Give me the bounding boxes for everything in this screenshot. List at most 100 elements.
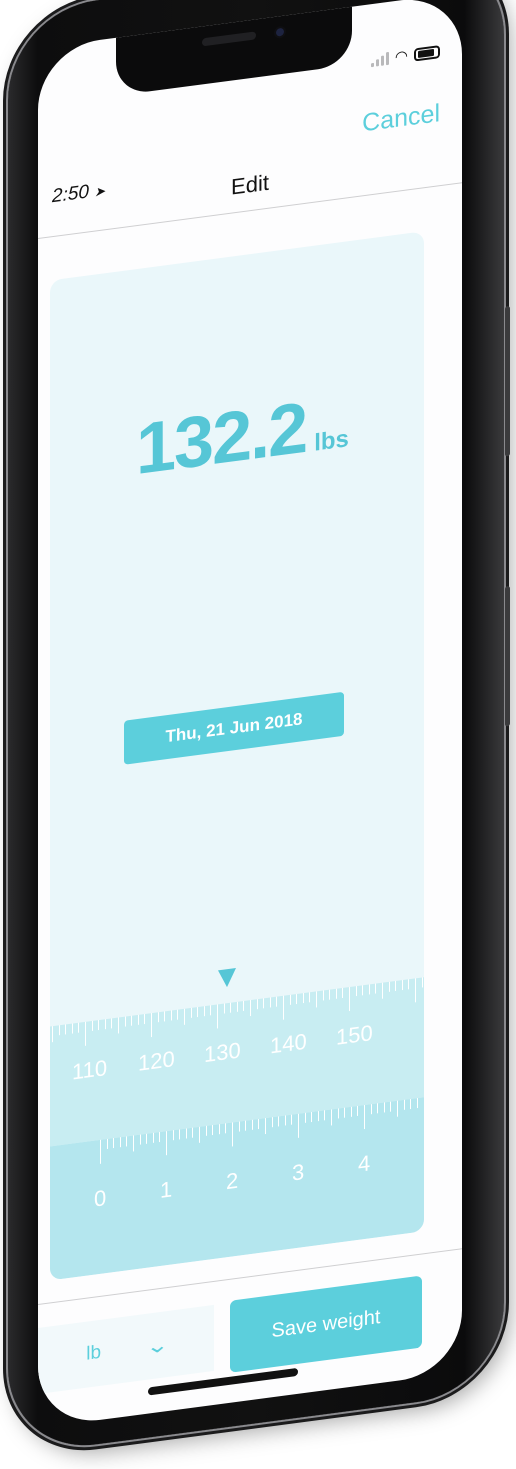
ruler-tick (283, 995, 284, 1020)
ruler-tick (119, 1137, 121, 1148)
ruler-tick (91, 1020, 93, 1031)
ruler-tick (276, 996, 278, 1007)
ruler-tick (146, 1133, 148, 1144)
ruler-tick (124, 1016, 126, 1027)
ruler-tick (298, 1113, 299, 1138)
ruler-tick (350, 1106, 352, 1117)
ruler-tick (197, 1006, 199, 1018)
ruler-tick (225, 1123, 227, 1134)
ruler-tick (383, 1102, 385, 1113)
ruler-tick (177, 1009, 179, 1020)
ruler-label: 140 (270, 1028, 307, 1059)
ruler-tick (397, 1100, 398, 1117)
ruler-label: 1 (160, 1176, 173, 1203)
screen: 2:50 ➤ ◠ Cancel Edit 132.2 lbs Thu, 21 J… (38, 0, 462, 1429)
ruler-label: 2 (226, 1167, 239, 1195)
ruler-tick (236, 1001, 238, 1012)
ruler-tick (269, 997, 271, 1008)
ruler-tick (185, 1128, 187, 1139)
side-button (505, 305, 510, 457)
ruler-tick (296, 993, 298, 1005)
status-icons: ◠ (370, 45, 440, 68)
ruler-tick (382, 982, 383, 999)
ruler-tick (210, 1005, 212, 1016)
ruler-tick (144, 1013, 146, 1025)
ruler-tick (263, 998, 265, 1009)
ruler-tick (415, 978, 416, 1003)
side-button-lower (505, 585, 510, 727)
weight-value: 132.2 (136, 387, 307, 491)
ruler-tick (238, 1121, 240, 1132)
ruler-tick (342, 987, 344, 998)
ruler-tick (271, 1117, 273, 1128)
ruler-tick (172, 1130, 174, 1141)
ruler-tick (126, 1136, 128, 1147)
ruler-tick (251, 1119, 253, 1130)
signal-icon (370, 51, 389, 68)
ruler-tick (344, 1107, 346, 1118)
ruler-tick (410, 1098, 412, 1110)
ruler-tick (166, 1131, 167, 1156)
ruler-tick (311, 1111, 313, 1123)
ruler-tick (100, 1139, 101, 1164)
ruler-tick (199, 1126, 200, 1143)
ruler-tick (265, 1118, 266, 1135)
ruler-tick (131, 1015, 133, 1026)
ruler-tick (217, 1004, 218, 1029)
chevron-down-icon: ⌄ (145, 1333, 170, 1359)
ruler-tick (395, 980, 397, 992)
ruler-tick (329, 989, 331, 1000)
ruler-tick (111, 1018, 113, 1029)
ruler-tick (139, 1134, 141, 1145)
ruler-tick (152, 1132, 154, 1143)
ruler-tick (388, 981, 390, 992)
ruler-tick (104, 1019, 106, 1030)
ruler-tick (245, 1120, 247, 1131)
ruler-tick (302, 993, 304, 1004)
unit-select[interactable]: lb ⌄ (38, 1304, 214, 1395)
ruler-tick (98, 1019, 100, 1031)
ruler-tick (416, 1098, 418, 1109)
ruler-tick (106, 1138, 108, 1150)
ruler-tick (390, 1101, 392, 1112)
ruler-tick (118, 1017, 119, 1034)
ruler-tick (113, 1138, 115, 1149)
battery-icon (414, 45, 440, 62)
ruler-tick (304, 1112, 306, 1123)
ruler-tick (190, 1007, 192, 1018)
save-weight-button[interactable]: Save weight (230, 1275, 422, 1373)
notch (116, 2, 352, 96)
ruler-tick (370, 1104, 372, 1115)
wifi-icon: ◠ (394, 47, 408, 67)
ruler-tick (368, 984, 370, 995)
cancel-button[interactable]: Cancel (362, 99, 440, 138)
ruler-tick (151, 1013, 152, 1038)
ruler-tick (278, 1116, 280, 1127)
ruler-tick (71, 1023, 73, 1034)
ruler-tick (337, 1108, 339, 1119)
ruler-tick (335, 988, 337, 999)
ruler-tick (78, 1022, 80, 1033)
ruler-tick (291, 1114, 293, 1125)
ruler-tick (355, 986, 357, 997)
phone-frame: 2:50 ➤ ◠ Cancel Edit 132.2 lbs Thu, 21 J… (8, 0, 510, 1457)
weight-unit: lbs (314, 425, 349, 457)
ruler-tick (362, 985, 364, 996)
pointer-triangle-icon (218, 967, 236, 989)
ruler-label: 150 (336, 1019, 373, 1050)
ruler-tick (364, 1105, 365, 1130)
ruler-label: 130 (204, 1037, 241, 1068)
ruler-tick (205, 1125, 207, 1136)
ruler-tick (284, 1115, 286, 1126)
ruler-tick (85, 1021, 86, 1046)
ruler-tick (375, 983, 377, 994)
ruler-tick (331, 1109, 332, 1126)
ruler-tick (164, 1011, 166, 1022)
ruler-tick (421, 977, 423, 988)
ruler-tick (137, 1014, 139, 1025)
ruler-tick (133, 1135, 134, 1152)
ruler-tick (322, 990, 324, 1001)
ruler-tick (256, 999, 258, 1010)
ruler-tick (157, 1012, 159, 1023)
date-button[interactable]: Thu, 21 Jun 2018 (124, 691, 344, 765)
